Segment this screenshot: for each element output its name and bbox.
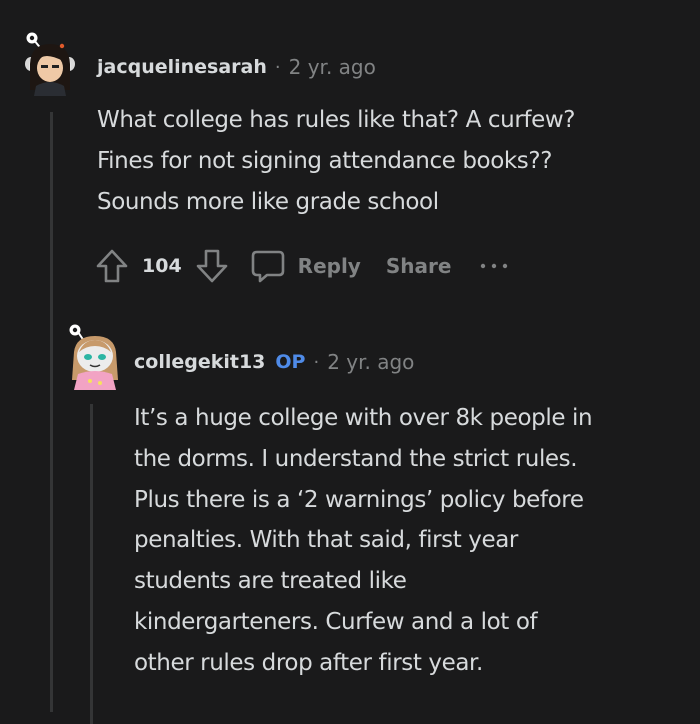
comment-header: jacquelinesarah · 2 yr. ago	[97, 53, 376, 81]
comment-line: Sounds more like grade school	[97, 189, 439, 215]
comment-line: other rules drop after first year.	[134, 649, 483, 676]
share-button[interactable]: Share	[386, 254, 452, 278]
timestamp[interactable]: 2 yr. ago	[327, 350, 414, 374]
meta-separator: ·	[274, 56, 281, 78]
comment-line: students are treated like	[134, 568, 407, 595]
downvote-icon[interactable]	[192, 246, 232, 286]
avatar-jacquelinesarah[interactable]	[18, 28, 82, 96]
username[interactable]: collegekit13	[134, 351, 265, 373]
comment-line: It’s a huge college with over 8k people …	[134, 405, 593, 431]
comment-line: the dorms. I understand the strict rules…	[134, 445, 578, 472]
avatar-collegekit13[interactable]	[64, 322, 126, 390]
comment-header: collegekit13 OP · 2 yr. ago	[134, 348, 414, 376]
comment-icon[interactable]	[248, 246, 288, 286]
upvote-icon[interactable]	[92, 246, 132, 286]
more-options-icon[interactable]	[479, 260, 509, 272]
comment-actions: 104 Reply Share	[92, 244, 509, 288]
op-badge: OP	[275, 351, 306, 373]
timestamp[interactable]: 2 yr. ago	[289, 55, 376, 79]
comment-line: penalties. With that said, first year	[134, 527, 518, 554]
comment-body: What college has rules like that? A curf…	[97, 100, 697, 223]
meta-separator: ·	[313, 351, 320, 373]
comment-line: What college has rules like that? A curf…	[97, 107, 576, 133]
comment-body: It’s a huge college with over 8k people …	[134, 398, 694, 684]
thread-line-top-level[interactable]	[50, 112, 53, 712]
thread-line-reply[interactable]	[90, 404, 93, 724]
username[interactable]: jacquelinesarah	[97, 56, 267, 78]
vote-score: 104	[142, 255, 182, 277]
comment-line: kindergarteners. Curfew and a lot of	[134, 608, 538, 635]
comment-line: Plus there is a ‘2 warnings’ policy befo…	[134, 486, 584, 513]
reply-button[interactable]: Reply	[298, 254, 361, 278]
comment-line: Fines for not signing attendance books??	[97, 148, 553, 174]
